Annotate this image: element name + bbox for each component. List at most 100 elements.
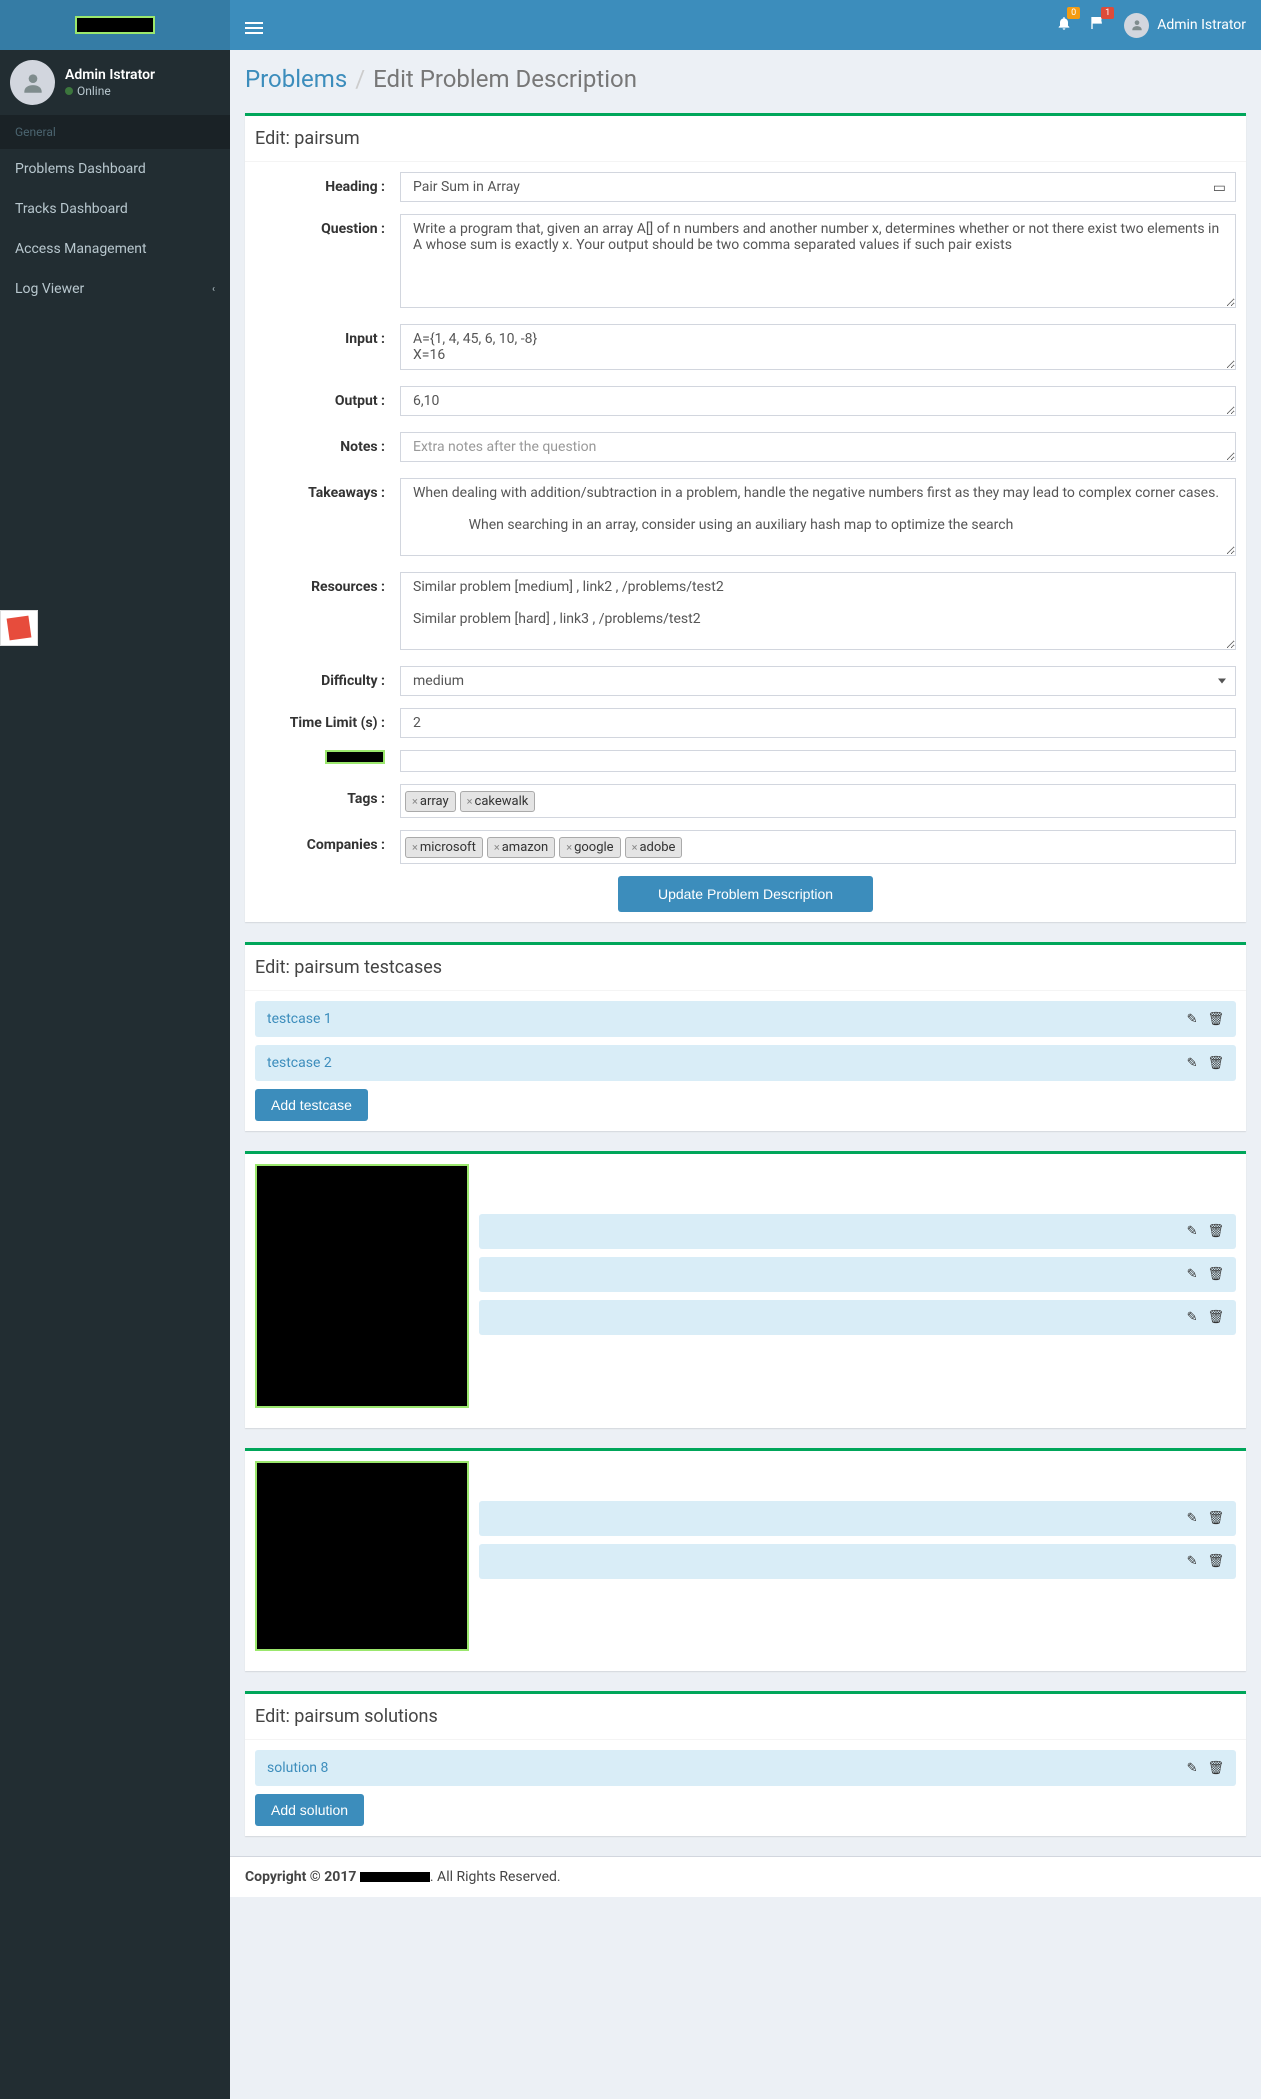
edit-icon[interactable]: ✎ [1187, 1511, 1198, 1526]
list-item[interactable]: ✎🗑 [479, 1501, 1236, 1536]
menu-toggle[interactable] [230, 17, 278, 33]
tag[interactable]: ×microsoft [405, 837, 483, 858]
edit-icon[interactable]: ✎ [1187, 1224, 1198, 1239]
redacted-box-2: ✎🗑 ✎🗑 [245, 1448, 1246, 1671]
list-item[interactable]: ✎🗑 [479, 1544, 1236, 1579]
msg-badge: 1 [1101, 7, 1114, 19]
user-menu[interactable]: Admin Istrator [1124, 13, 1246, 38]
tag-remove-icon[interactable]: × [494, 841, 500, 854]
tag-remove-icon[interactable]: × [566, 841, 572, 854]
timelimit-input[interactable] [400, 708, 1236, 738]
testcase-item[interactable]: testcase 1✎🗑 [255, 1001, 1236, 1037]
messages-button[interactable]: 1 [1090, 15, 1106, 35]
tag[interactable]: ×cakewalk [460, 791, 536, 812]
tag[interactable]: ×amazon [487, 837, 555, 858]
companies-input[interactable]: ×microsoft×amazon×google×adobe [400, 830, 1236, 864]
label-difficulty: Difficulty : [255, 666, 400, 696]
tag[interactable]: ×array [405, 791, 456, 812]
add-testcase-button[interactable]: Add testcase [255, 1089, 368, 1121]
delete-icon[interactable]: 🗑 [1207, 1761, 1224, 1776]
update-button[interactable]: Update Problem Description [618, 876, 873, 912]
edit-icon[interactable]: ✎ [1187, 1267, 1198, 1282]
delete-icon[interactable]: 🗑 [1207, 1267, 1224, 1282]
sidebar-status: Online [65, 84, 155, 100]
redacted-text [360, 1872, 430, 1882]
item-label: testcase 2 [267, 1055, 332, 1071]
testcase-item[interactable]: testcase 2 ✎ 🗑 [255, 1045, 1236, 1081]
tag-remove-icon[interactable]: × [412, 841, 418, 854]
tag-remove-icon[interactable]: × [412, 795, 418, 808]
user-panel: Admin Istrator Online [0, 50, 230, 115]
edit-icon[interactable]: ✎ [1187, 1761, 1198, 1776]
side-tab-icon [7, 616, 32, 641]
delete-icon[interactable]: 🗑 [1207, 1056, 1224, 1071]
content: Problems/Edit Problem Description Edit: … [230, 50, 1261, 2099]
list-item[interactable]: ✎🗑 [479, 1257, 1236, 1292]
input-textarea[interactable] [400, 324, 1236, 370]
redacted-label [325, 750, 385, 764]
tag[interactable]: ×adobe [625, 837, 683, 858]
label-notes: Notes : [255, 432, 400, 466]
notif-badge: 0 [1067, 7, 1080, 19]
testcases-box: Edit: pairsum testcases testcase 1✎🗑test… [245, 942, 1246, 1131]
username: Admin Istrator [1157, 17, 1246, 33]
testcases-title: Edit: pairsum testcases [245, 945, 1246, 991]
takeaways-textarea[interactable] [400, 478, 1236, 556]
breadcrumb-root[interactable]: Problems [245, 65, 347, 93]
notes-textarea[interactable] [400, 432, 1236, 462]
label-heading: Heading : [255, 172, 400, 202]
status-dot-icon [65, 87, 73, 95]
question-textarea[interactable] [400, 214, 1236, 308]
edit-icon[interactable]: ✎ [1187, 1056, 1198, 1071]
hamburger-icon [245, 27, 263, 29]
breadcrumb-current: Edit Problem Description [373, 65, 637, 93]
resources-textarea[interactable] [400, 572, 1236, 650]
list-item[interactable]: ✎🗑 [479, 1300, 1236, 1335]
nav-tracks-dashboard[interactable]: Tracks Dashboard [0, 189, 230, 229]
output-textarea[interactable] [400, 386, 1236, 416]
delete-icon[interactable]: 🗑 [1207, 1012, 1224, 1027]
nav-log-viewer[interactable]: Log Viewer‹ [0, 269, 230, 309]
list-item[interactable]: ✎🗑 [479, 1214, 1236, 1249]
sidebar: Admin Istrator Online General Problems D… [0, 50, 230, 2099]
nav-access-management[interactable]: Access Management [0, 229, 230, 269]
side-tab[interactable] [0, 610, 38, 646]
avatar [1124, 13, 1149, 38]
redacted-input[interactable] [400, 750, 1236, 772]
redacted-block [255, 1461, 469, 1651]
heading-input[interactable] [400, 172, 1236, 202]
solutions-box: Edit: pairsum solutions solution 8✎🗑 Add… [245, 1691, 1246, 1836]
contact-icon: ▭ [1213, 180, 1226, 196]
redacted-block [255, 1164, 469, 1408]
tag[interactable]: ×google [559, 837, 620, 858]
tag-remove-icon[interactable]: × [632, 841, 638, 854]
label-companies: Companies : [255, 830, 400, 864]
content-header: Problems/Edit Problem Description [230, 50, 1261, 103]
edit-icon[interactable]: ✎ [1187, 1012, 1198, 1027]
box-title: Edit: pairsum [245, 116, 1246, 162]
tag-remove-icon[interactable]: × [467, 795, 473, 808]
label-question: Question : [255, 214, 400, 312]
delete-icon[interactable]: 🗑 [1207, 1310, 1224, 1325]
label-resources: Resources : [255, 572, 400, 654]
breadcrumb: Problems/Edit Problem Description [245, 65, 1246, 93]
topbar: 0 1 Admin Istrator [0, 0, 1261, 50]
sidebar-section-header: General [0, 115, 230, 149]
delete-icon[interactable]: 🗑 [1207, 1511, 1224, 1526]
label-tags: Tags : [255, 784, 400, 818]
add-solution-button[interactable]: Add solution [255, 1794, 364, 1826]
edit-icon[interactable]: ✎ [1187, 1554, 1198, 1569]
notifications-button[interactable]: 0 [1056, 15, 1072, 35]
difficulty-select[interactable]: medium [400, 666, 1236, 696]
logo[interactable] [0, 0, 230, 50]
edit-icon[interactable]: ✎ [1187, 1310, 1198, 1325]
nav-problems-dashboard[interactable]: Problems Dashboard [0, 149, 230, 189]
tags-input[interactable]: ×array×cakewalk [400, 784, 1236, 818]
solutions-title: Edit: pairsum solutions [245, 1694, 1246, 1740]
edit-problem-box: Edit: pairsum Heading : ▭ Question : Inp… [245, 113, 1246, 922]
solution-item[interactable]: solution 8✎🗑 [255, 1750, 1236, 1786]
footer: Copyright © 2017 . All Rights Reserved. [230, 1856, 1261, 1897]
sidebar-username: Admin Istrator [65, 66, 155, 84]
delete-icon[interactable]: 🗑 [1207, 1224, 1224, 1239]
delete-icon[interactable]: 🗑 [1207, 1554, 1224, 1569]
